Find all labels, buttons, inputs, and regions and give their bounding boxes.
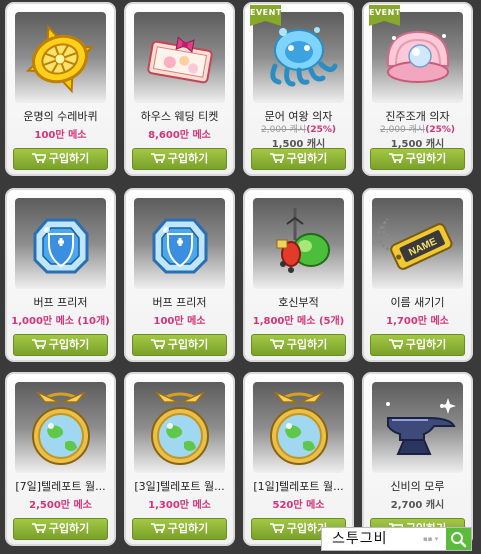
shop-item-card[interactable]: NAME 이름 새기기 1,700만 메소 구입하기 [362,188,473,362]
item-price: 100만 메소 [153,316,206,327]
original-price-row: 2,000 캐시(25%) [245,122,352,135]
item-price: 100만 메소 [34,130,87,141]
buy-button-label: 구입하기 [167,522,209,535]
original-price: 2,000 캐시 [380,125,426,135]
item-price: 520만 메소 [272,500,325,511]
shop-item-card[interactable]: 버프 프리저 100만 메소 구입하기 [124,188,235,362]
buy-button-label: 구입하기 [405,338,447,351]
item-image[interactable] [253,198,344,289]
cart-icon [150,523,165,533]
wedding-ticket-icon [147,36,213,84]
teleport-world-map-icon [32,391,90,465]
pearl-clam-chair-icon [386,30,450,83]
item-name: 호신부적 [278,296,319,309]
item-price: 8,600만 메소 [148,130,211,141]
item-name: [3일]텔레포트 월... [134,480,225,493]
item-image[interactable] [134,198,225,289]
cart-icon [31,339,46,349]
cart-icon [269,339,284,349]
shop-item-card[interactable]: [7일]텔레포트 월... 2,500만 메소 구입하기 [5,372,116,546]
buy-button-label: 구입하기 [405,152,447,165]
item-price: 2,700 캐시 [390,500,445,511]
buy-button[interactable]: 구입하기 [251,334,346,356]
buy-button-label: 구입하기 [48,152,90,165]
shop-item-card[interactable]: 운명의 수레바퀴 100만 메소 구입하기 [5,2,116,176]
teleport-world-map-icon [151,391,209,465]
original-price: 2,000 캐시 [261,125,307,135]
buy-button[interactable]: 구입하기 [370,334,465,356]
anvil-icon [386,398,456,455]
item-name: 신비의 모루 [390,480,445,493]
cart-icon [31,523,46,533]
buy-button-label: 구입하기 [167,338,209,351]
safety-charm-icon [276,208,330,273]
buy-button[interactable]: 구입하기 [370,148,465,170]
shop-item-grid: 운명의 수레바퀴 100만 메소 구입하기 하우스 웨딩 티켓 8,600만 메소 … [0,0,481,553]
cart-icon [388,153,403,163]
search-icon [451,532,467,548]
buy-button[interactable]: 구입하기 [132,334,227,356]
item-price: 1,000만 메소 (10개) [11,316,110,327]
item-image[interactable] [15,12,106,103]
buy-button[interactable]: 구입하기 [251,148,346,170]
cart-icon [150,339,165,349]
buy-button[interactable]: 구입하기 [132,148,227,170]
item-name: 버프 프리저 [33,296,88,309]
item-image[interactable] [15,198,106,289]
item-price: 1,700만 메소 [386,316,449,327]
shop-item-card[interactable]: EVENT 진주조개 의자 2,000 캐시(25%) 1,500 캐시 구입하… [362,2,473,176]
shop-item-card[interactable]: EVENT 문어 여왕 의자 2,000 캐시(25%) 1,500 캐시 구입… [243,2,354,176]
buff-freezer-icon [152,218,208,274]
cart-icon [269,523,284,533]
buy-button-label: 구입하기 [286,338,328,351]
cart-icon [150,153,165,163]
item-name: 버프 프리저 [152,296,207,309]
shop-item-card[interactable]: [1일]텔레포트 월... 520만 메소 구입하기 [243,372,354,546]
item-image[interactable] [15,382,106,473]
discount-rate: (25%) [425,125,455,135]
octopus-chair-icon [270,27,338,87]
buy-button[interactable]: 구입하기 [13,334,108,356]
item-price: 2,500만 메소 [29,500,92,511]
item-image[interactable] [372,382,463,473]
cart-icon [388,339,403,349]
item-price: 1,800만 메소 (5개) [252,316,345,327]
item-image[interactable]: NAME [372,198,463,289]
discount-rate: (25%) [306,125,336,135]
item-name: 운명의 수레바퀴 [23,110,98,123]
item-name: [1일]텔레포트 월... [253,480,344,493]
search-box[interactable]: 스투그비 ▪▪ ▾ [321,527,472,551]
item-name: 하우스 웨딩 티켓 [140,110,219,123]
item-name: 이름 새기기 [390,296,445,309]
buy-button-label: 구입하기 [286,152,328,165]
item-image[interactable] [134,382,225,473]
item-image[interactable] [372,12,463,103]
item-price: 1,300만 메소 [148,500,211,511]
shop-item-card[interactable]: 하우스 웨딩 티켓 8,600만 메소 구입하기 [124,2,235,176]
buff-freezer-icon [33,218,89,274]
golden-wheel-icon [25,24,95,94]
item-image[interactable] [134,12,225,103]
name-tag-icon: NAME [377,218,453,270]
shop-item-card[interactable]: 버프 프리저 1,000만 메소 (10개) 구입하기 [5,188,116,362]
buy-button-label: 구입하기 [48,522,90,535]
buy-button-label: 구입하기 [48,338,90,351]
original-price-row: 2,000 캐시(25%) [364,122,471,135]
cart-icon [269,153,284,163]
item-image[interactable] [253,12,344,103]
buy-button[interactable]: 구입하기 [132,518,227,540]
buy-button[interactable]: 구입하기 [13,148,108,170]
buy-button[interactable]: 구입하기 [13,518,108,540]
buy-button-label: 구입하기 [167,152,209,165]
shop-item-card[interactable]: 호신부적 1,800만 메소 (5개) 구입하기 [243,188,354,362]
teleport-world-map-icon [270,391,328,465]
shop-item-card[interactable]: 신비의 모루2,700 캐시 구입하기 [362,372,473,546]
shop-item-card[interactable]: [3일]텔레포트 월... 1,300만 메소 구입하기 [124,372,235,546]
chevron-down-icon[interactable]: ▪▪ ▾ [423,536,441,543]
cart-icon [31,153,46,163]
search-button[interactable] [446,528,471,550]
item-name: [7일]텔레포트 월... [15,480,106,493]
item-image[interactable] [253,382,344,473]
